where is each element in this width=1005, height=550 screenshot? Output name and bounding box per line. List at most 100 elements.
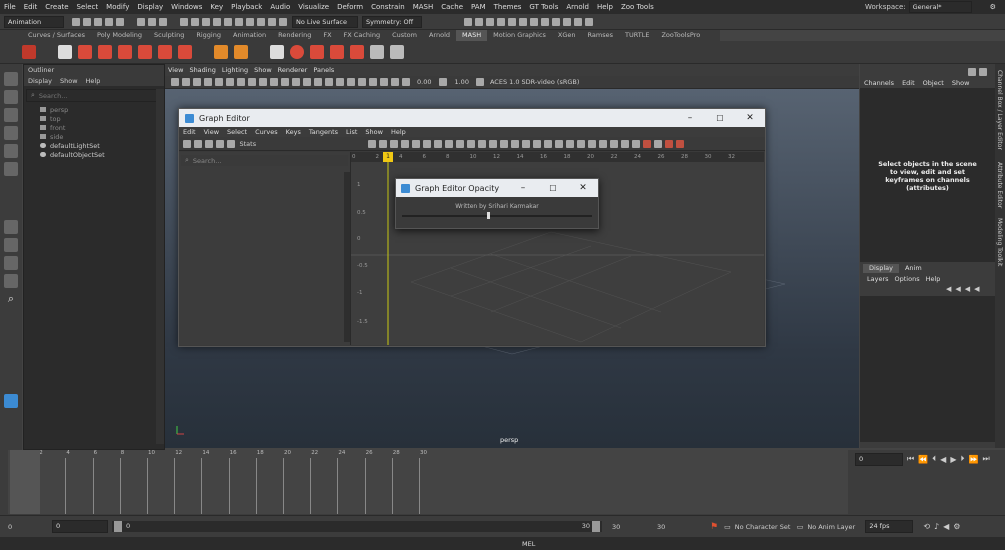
- lights-icon[interactable]: [313, 78, 322, 86]
- step-back-key-icon[interactable]: ⏪: [918, 455, 928, 464]
- ge-menu-show[interactable]: Show: [361, 127, 387, 137]
- layer-menu-options[interactable]: Options: [892, 275, 923, 283]
- camera-icon[interactable]: [170, 78, 179, 86]
- move-tool-icon[interactable]: [4, 126, 18, 140]
- refresh-icon[interactable]: [270, 45, 284, 59]
- ge-tangent-flat-icon[interactable]: [444, 139, 453, 148]
- ge-menu-edit[interactable]: Edit: [179, 127, 200, 137]
- step-forward-frame-icon[interactable]: ⏵: [960, 454, 964, 464]
- ao-icon[interactable]: [335, 78, 344, 86]
- menu-arnold[interactable]: Arnold: [562, 0, 593, 14]
- outliner-menu-help[interactable]: Help: [82, 77, 105, 85]
- minimize-icon[interactable]: –: [675, 113, 705, 123]
- menu-display[interactable]: Display: [133, 0, 167, 14]
- select-tool-icon[interactable]: [4, 72, 18, 86]
- outliner-item[interactable]: persp: [40, 105, 164, 114]
- menu-mash[interactable]: MASH: [409, 0, 438, 14]
- viewport-menu-show[interactable]: Show: [251, 64, 275, 76]
- gamma-value[interactable]: 1.00: [454, 78, 468, 86]
- maximize-icon[interactable]: ☐: [705, 114, 735, 123]
- render-icon[interactable]: [256, 17, 265, 26]
- open-scene-icon[interactable]: [82, 17, 91, 26]
- menu-edit[interactable]: Edit: [20, 0, 42, 14]
- menu-file[interactable]: File: [0, 0, 20, 14]
- mash-list-icon[interactable]: [58, 45, 72, 59]
- range-handle-left[interactable]: [114, 521, 122, 532]
- select-component-icon[interactable]: [158, 17, 167, 26]
- step-back-frame-icon[interactable]: ⏴: [932, 454, 936, 464]
- toggle-panel-icon[interactable]: [474, 17, 483, 26]
- time-slider[interactable]: 024681012141618202224262830 0 ⏮ ⏪ ⏴ ◀ ▶ …: [0, 450, 1005, 515]
- viewport-menu-view[interactable]: View: [165, 64, 186, 76]
- menu-help[interactable]: Help: [593, 0, 617, 14]
- layer-tab-anim[interactable]: Anim: [898, 264, 928, 273]
- mel-label[interactable]: MEL: [522, 540, 535, 548]
- ge-sculpt-icon[interactable]: [609, 139, 618, 148]
- aa-icon[interactable]: [357, 78, 366, 86]
- viewport-menu-panels[interactable]: Panels: [310, 64, 337, 76]
- ge-normalize-icon[interactable]: [543, 139, 552, 148]
- shelf-tab-zootoolspro[interactable]: ZooToolsPro: [655, 30, 706, 41]
- bookmark-icon[interactable]: [192, 78, 201, 86]
- render-settings-icon[interactable]: [278, 17, 287, 26]
- shelf-tab-fx-caching[interactable]: FX Caching: [338, 30, 387, 41]
- menu-constrain[interactable]: Constrain: [367, 0, 409, 14]
- menu-pam[interactable]: PAM: [467, 0, 490, 14]
- xray-joints-icon[interactable]: [390, 78, 399, 86]
- save-scene-icon[interactable]: [93, 17, 102, 26]
- mash-cache-icon[interactable]: [390, 45, 404, 59]
- gamma-icon[interactable]: [438, 78, 447, 86]
- anim-start-field[interactable]: 0: [52, 520, 108, 533]
- ge-menu-view[interactable]: View: [200, 127, 223, 137]
- svg-tool-icon[interactable]: [234, 45, 248, 59]
- workspace-selector[interactable]: Workspace: General* ⚙: [865, 0, 996, 14]
- layer-new-icon[interactable]: ◀: [946, 285, 951, 293]
- cb-menu-edit[interactable]: Edit: [898, 79, 919, 87]
- menu-zoo-tools[interactable]: Zoo Tools: [617, 0, 658, 14]
- anim-layer-icon[interactable]: ▭: [797, 523, 804, 531]
- ge-tangent-clamped-icon[interactable]: [422, 139, 431, 148]
- ge-tangent-linear-icon[interactable]: [433, 139, 442, 148]
- shelf-tab-sculpting[interactable]: Sculpting: [148, 30, 190, 41]
- ge-menu-help[interactable]: Help: [387, 127, 410, 137]
- mash-distribute-icon[interactable]: [118, 45, 132, 59]
- gate-mask-icon[interactable]: [247, 78, 256, 86]
- ge-tangent-plateau-icon[interactable]: [466, 139, 475, 148]
- mode-menu-set[interactable]: Animation: [4, 15, 64, 28]
- viewport-menu-lighting[interactable]: Lighting: [219, 64, 251, 76]
- outliner-item[interactable]: side: [40, 132, 164, 141]
- shelf-tab-ramses[interactable]: Ramses: [582, 30, 619, 41]
- opacity-titlebar[interactable]: Graph Editor Opacity – ☐ ✕: [396, 179, 598, 197]
- toggle-panel-icon[interactable]: [507, 17, 516, 26]
- outliner-item[interactable]: defaultLightSet: [40, 141, 164, 150]
- two-view-icon[interactable]: [4, 256, 18, 270]
- textured-icon[interactable]: [302, 78, 311, 86]
- menu-select[interactable]: Select: [73, 0, 103, 14]
- close-icon[interactable]: ✕: [735, 113, 765, 123]
- toggle-panel-icon[interactable]: [562, 17, 571, 26]
- single-perspective-icon[interactable]: [4, 220, 18, 234]
- outliner-scrollbar[interactable]: [156, 89, 164, 444]
- cb-menu-show[interactable]: Show: [948, 79, 974, 87]
- current-frame-field[interactable]: 0: [855, 453, 903, 466]
- graph-editor-titlebar[interactable]: Graph Editor – ☐ ✕: [179, 109, 765, 127]
- exposure-icon[interactable]: [401, 78, 410, 86]
- mash-curve-icon[interactable]: [138, 45, 152, 59]
- camera-attr-icon[interactable]: [181, 78, 190, 86]
- anim-layer-field[interactable]: No Anim Layer: [807, 523, 865, 531]
- image-plane-icon[interactable]: [203, 78, 212, 86]
- outliner-layout-icon[interactable]: [4, 274, 18, 288]
- rotate-tool-icon[interactable]: [4, 144, 18, 158]
- menu-playback[interactable]: Playback: [227, 0, 266, 14]
- menu-gt-tools[interactable]: GT Tools: [525, 0, 562, 14]
- ge-pre-infinity-icon[interactable]: [565, 139, 574, 148]
- outliner-item[interactable]: top: [40, 114, 164, 123]
- play-back-icon[interactable]: ◀: [940, 455, 946, 464]
- ge-trax-icon[interactable]: [598, 139, 607, 148]
- ge-denormalize-icon[interactable]: [554, 139, 563, 148]
- menu-deform[interactable]: Deform: [333, 0, 367, 14]
- menu-audio[interactable]: Audio: [266, 0, 294, 14]
- ge-buffer-icon[interactable]: [521, 139, 530, 148]
- mash-network-icon[interactable]: [22, 45, 36, 59]
- ge-frame-sel-icon[interactable]: [378, 139, 387, 148]
